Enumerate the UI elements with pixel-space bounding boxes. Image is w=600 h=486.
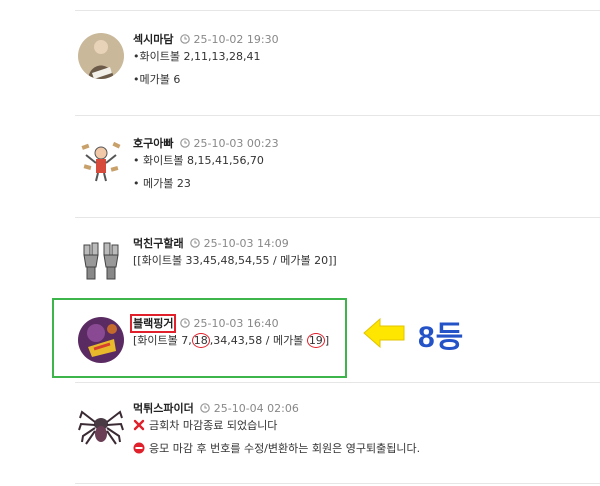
x-mark-icon [133,419,145,431]
clock-icon [200,403,211,413]
warning-notice: 응모 마감 후 번호를 수정/변환하는 회원은 영구퇴출됩니다. [149,442,421,455]
no-entry-icon [133,442,145,454]
numbers-middle: ,34,43,58 / 메가볼 [209,334,307,347]
nickname[interactable]: 호구아빠 [133,137,173,150]
numbers-suffix: ] [324,334,330,347]
divider [75,382,600,383]
timestamp: 25-10-03 00:23 [193,137,279,150]
closed-notice: 금회차 마감종료 되었습니다 [149,419,278,432]
nickname[interactable]: 섹시마담 [133,33,173,46]
comment-line: • 메가볼 23 [133,177,191,190]
avatar[interactable] [78,402,124,448]
divider [75,217,600,218]
circled-number: 19 [306,333,325,348]
avatar[interactable] [78,137,124,183]
timestamp: 25-10-03 14:09 [203,237,289,250]
nickname[interactable]: 먹튀스파이더 [133,402,194,415]
arrow-left-icon [363,317,405,349]
comment-line: • 화이트볼 8,15,41,56,70 [133,154,264,167]
timestamp: 25-10-02 19:30 [193,33,279,46]
comment-line: 응모 마감 후 번호를 수정/변환하는 회원은 영구퇴출됩니다. [133,442,420,456]
timestamp: 25-10-03 16:40 [193,317,279,330]
avatar[interactable] [78,317,124,363]
avatar[interactable] [78,33,124,79]
circled-number: 18 [191,333,210,348]
divider [75,10,600,11]
comment-line: •화이트볼 2,11,13,28,41 [133,50,261,63]
divider [75,115,600,116]
nickname[interactable]: 블랙핑거 [129,314,177,333]
rank-label: 8등 [418,321,465,354]
divider [75,483,600,484]
timestamp: 25-10-04 02:06 [213,402,299,415]
clock-icon [180,318,190,328]
avatar[interactable] [78,237,124,283]
comment-line: 금회차 마감종료 되었습니다 [133,419,420,433]
comment-line: [[화이트볼 33,45,48,54,55 / 메가볼 20]] [133,254,337,267]
clock-icon [180,34,190,44]
nickname[interactable]: 먹친구할래 [133,237,184,250]
clock-icon [190,238,200,248]
clock-icon [180,138,190,148]
comment-line: •메가볼 6 [133,73,181,86]
numbers-prefix: [화이트볼 7, [133,334,192,347]
comment-line: [화이트볼 7, 18,34,43,58 / 메가볼 19] [133,333,330,348]
